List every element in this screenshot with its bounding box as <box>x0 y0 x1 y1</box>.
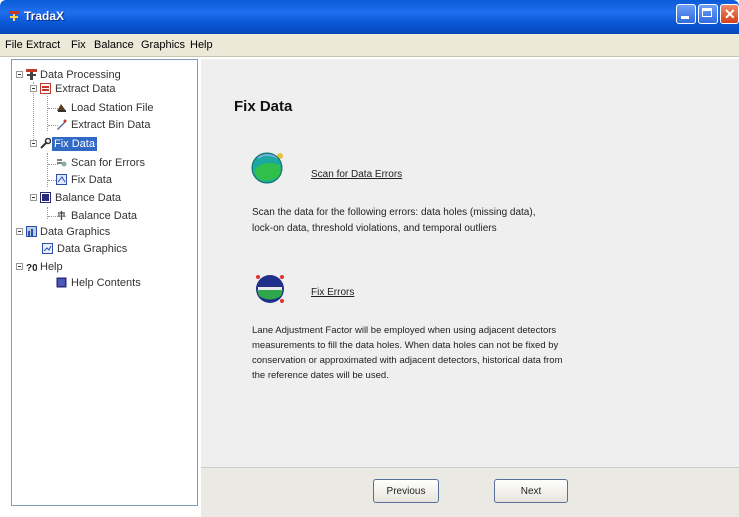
next-button[interactable]: Next <box>494 479 568 503</box>
scan-globe-icon[interactable] <box>250 149 286 185</box>
tree-label: Extract Bin Data <box>71 119 151 131</box>
close-icon: ✕ <box>724 6 736 22</box>
app-icon <box>9 11 19 21</box>
tree-label: Fix Data <box>52 137 97 151</box>
collapse-toggle[interactable] <box>30 140 37 147</box>
collapse-toggle[interactable] <box>30 85 37 92</box>
book-icon <box>56 277 67 288</box>
tree-label: Help <box>40 261 63 273</box>
previous-button[interactable]: Previous <box>373 479 439 503</box>
load-file-icon <box>57 104 66 112</box>
menu-fix[interactable]: Fix <box>71 39 86 51</box>
fix-errors-link[interactable]: Fix Errors <box>311 287 354 298</box>
balance-icon <box>40 192 51 203</box>
fix-icon <box>56 174 67 185</box>
scan-for-data-errors-link[interactable]: Scan for Data Errors <box>311 169 402 180</box>
collapse-toggle[interactable] <box>16 263 23 270</box>
menu-file[interactable]: File <box>5 39 23 51</box>
scan-description-line: Scan the data for the following errors: … <box>252 207 536 218</box>
tree-label: Help Contents <box>71 277 141 289</box>
menu-graphics[interactable]: Graphics <box>141 39 185 51</box>
menu-help[interactable]: Help <box>190 39 213 51</box>
tree-label: Extract Data <box>55 83 116 95</box>
tree-label: Fix Data <box>71 174 112 186</box>
scale-icon <box>57 211 66 220</box>
collapse-toggle[interactable] <box>16 228 23 235</box>
tree-label: Load Station File <box>71 102 154 114</box>
fix-description-line: the reference dates will be used. <box>252 370 389 381</box>
minimize-button[interactable] <box>676 4 696 24</box>
navigation-tree[interactable]: Data Processing Extract Data Load Statio… <box>11 59 198 506</box>
window-title: TradaX <box>24 9 65 23</box>
tree-label: Scan for Errors <box>71 157 145 169</box>
tree-label: Data Graphics <box>57 243 128 255</box>
wrench-icon <box>40 138 51 149</box>
svg-text:?0: ?0 <box>26 263 37 272</box>
fix-description-line: conservation or approximated with adjace… <box>252 355 563 366</box>
tree-connector <box>47 153 48 187</box>
tree-label: Data Graphics <box>40 226 111 238</box>
tree-label: Balance Data <box>55 192 122 204</box>
extract-icon <box>40 83 51 94</box>
fix-errors-icon[interactable] <box>254 273 286 305</box>
chart-icon <box>26 226 37 237</box>
page-title: Fix Data <box>234 98 293 115</box>
collapse-toggle[interactable] <box>30 194 37 201</box>
main-panel: Fix Data Scan for Data Errors Scan the d… <box>201 59 739 467</box>
footer-bar: Previous Next <box>201 467 739 517</box>
menu-balance[interactable]: Balance <box>94 39 134 51</box>
pen-icon <box>57 119 67 130</box>
help-icon: ?0 <box>26 263 37 272</box>
tree-label: Data Processing <box>40 69 121 81</box>
tree-label: Balance Data <box>71 210 138 222</box>
scan-icon <box>57 159 67 167</box>
menu-extract[interactable]: Extract <box>26 39 60 51</box>
title-bar: TradaX ✕ <box>0 0 739 34</box>
close-button[interactable]: ✕ <box>720 4 739 24</box>
tree-connector <box>47 207 48 219</box>
fix-description-line: measurements to fill the data holes. Whe… <box>252 340 559 351</box>
gear-icon <box>26 69 37 80</box>
fix-description-line: Lane Adjustment Factor will be employed … <box>252 325 557 336</box>
scan-description-line: lock-on data, threshold violations, and … <box>252 223 497 234</box>
menu-bar: File Extract Fix Balance Graphics Help <box>0 34 739 57</box>
maximize-button[interactable] <box>698 4 718 24</box>
graph-icon <box>42 243 53 254</box>
collapse-toggle[interactable] <box>16 71 23 78</box>
